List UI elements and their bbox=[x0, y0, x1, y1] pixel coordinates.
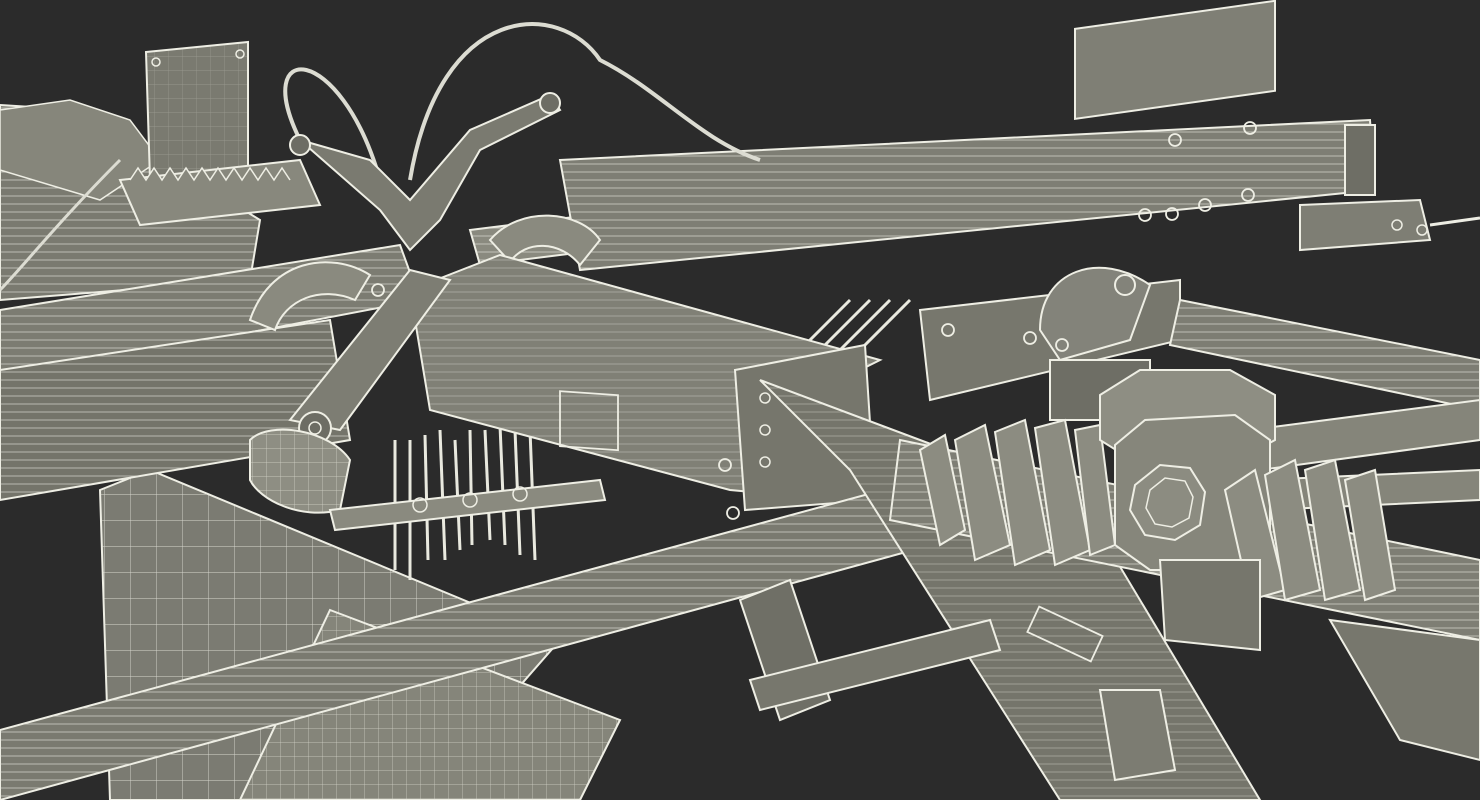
wireframe-viewport bbox=[0, 0, 1480, 800]
wireframe-render bbox=[0, 0, 1480, 800]
upright-plate bbox=[144, 40, 249, 182]
